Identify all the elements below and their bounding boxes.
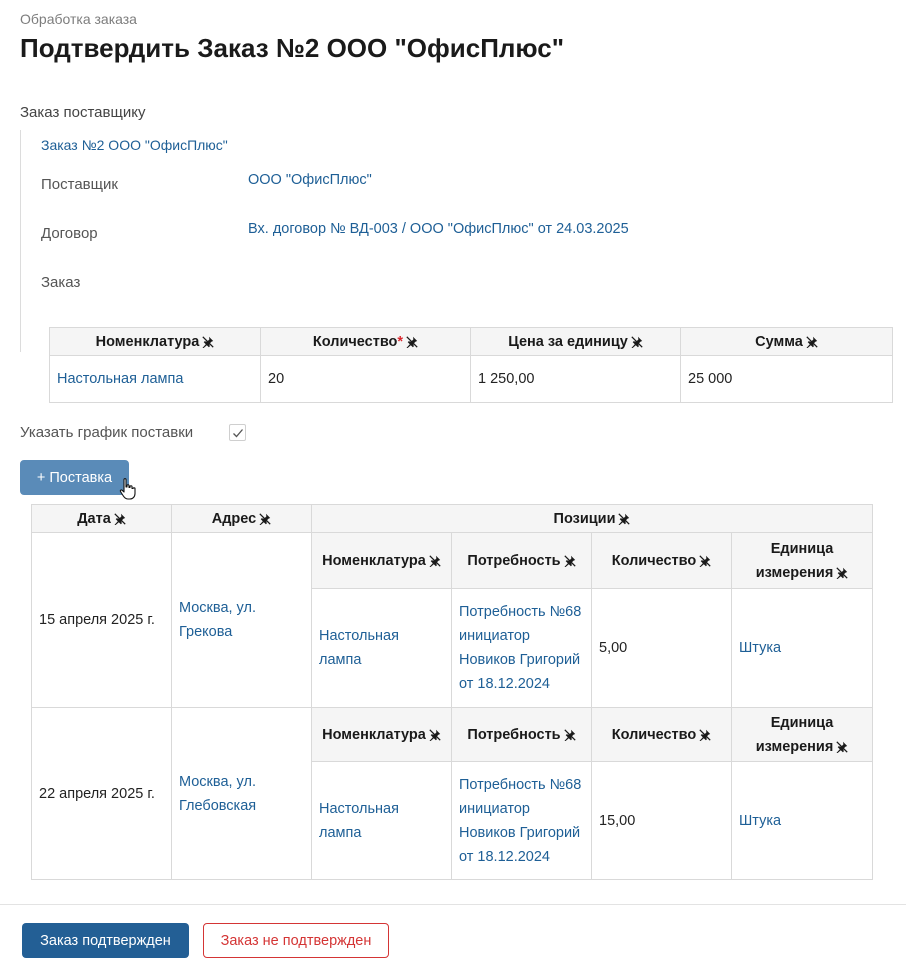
supplier-label: Поставщик xyxy=(41,176,118,193)
pin-icon[interactable] xyxy=(563,728,576,741)
column-header-label: Позиции xyxy=(553,510,616,527)
table-row: Настольная лампа 20 1 250,00 25 000 xyxy=(49,355,893,403)
column-header-label: Единица измерения xyxy=(755,714,834,755)
footer-divider xyxy=(0,904,906,905)
order-confirmed-button[interactable]: Заказ подтвержден xyxy=(22,923,189,958)
column-header-label: Потребность xyxy=(467,726,561,743)
pin-icon[interactable] xyxy=(699,728,712,741)
column-header-label: Номенклатура xyxy=(322,726,426,743)
sum-cell: 25 000 xyxy=(680,355,893,403)
pin-icon[interactable] xyxy=(428,554,441,567)
column-header-positions: Позиции xyxy=(310,504,874,533)
item-link[interactable]: Настольная лампа xyxy=(49,355,261,403)
pin-icon[interactable] xyxy=(630,335,643,348)
column-header-quantity: Количество* xyxy=(260,327,471,356)
column-header-label: Единица измерения xyxy=(755,540,834,581)
subheader-nomenclature: Номенклатура xyxy=(311,707,452,762)
column-header-sum: Сумма xyxy=(680,327,893,356)
column-header-label: Количество xyxy=(312,333,398,350)
delivery-date-cell[interactable]: 15 апреля 2025 г. xyxy=(31,532,172,708)
order-block: Заказ №2 ООО "ОфисПлюс" Поставщик ООО "О… xyxy=(20,130,892,352)
quantity-cell[interactable]: 20 xyxy=(260,355,471,403)
pin-icon[interactable] xyxy=(836,740,849,753)
section-title-supplier-order: Заказ поставщику xyxy=(20,104,146,121)
column-header-unit-price: Цена за единицу xyxy=(470,327,681,356)
unit-price-cell[interactable]: 1 250,00 xyxy=(470,355,681,403)
delivery-address-link[interactable]: Москва, ул. Глебовская xyxy=(171,707,312,880)
subheader-quantity: Количество xyxy=(591,532,732,589)
hand-cursor-icon xyxy=(119,478,136,500)
pin-icon[interactable] xyxy=(836,566,849,579)
page-title: Подтвердить Заказ №2 ООО "ОфисПлюс" xyxy=(20,33,565,63)
position-item-link[interactable]: Настольная лампа xyxy=(311,588,452,708)
breadcrumb: Обработка заказа xyxy=(20,11,137,27)
delivery-schedule-table: Дата Адрес Позиции 15 апреля 2025 г. Мос… xyxy=(31,504,874,880)
column-header-label: Количество xyxy=(611,552,697,569)
delivery-date-cell[interactable]: 22 апреля 2025 г. xyxy=(31,707,172,880)
column-header-label: Цена за единицу xyxy=(508,333,628,350)
subheader-unit: Единица измерения xyxy=(730,532,874,589)
column-header-label: Количество xyxy=(611,726,697,743)
subheader-need: Потребность xyxy=(451,707,592,762)
pin-icon[interactable] xyxy=(259,512,272,525)
position-need-link[interactable]: Потребность №68 инициатор Новиков Григор… xyxy=(451,588,592,708)
pin-icon[interactable] xyxy=(805,335,818,348)
checkmark-icon xyxy=(233,429,243,438)
position-quantity-cell[interactable]: 15,00 xyxy=(591,761,732,880)
positions-subheader-row: 15 апреля 2025 г. Москва, ул. Грекова Но… xyxy=(31,532,874,708)
order-link[interactable]: Заказ №2 ООО "ОфисПлюс" xyxy=(41,137,228,153)
schedule-checkbox[interactable] xyxy=(229,424,246,441)
column-header-address: Адрес xyxy=(171,504,312,533)
required-marker: * xyxy=(397,333,404,350)
column-header-label: Сумма xyxy=(755,333,803,350)
column-header-nomenclature: Номенклатура xyxy=(49,327,261,356)
contract-link[interactable]: Вх. договор № ВД-003 / ООО "ОфисПлюс" от… xyxy=(248,221,629,237)
pin-icon[interactable] xyxy=(563,554,576,567)
column-header-label: Дата xyxy=(77,510,111,527)
position-item-link[interactable]: Настольная лампа xyxy=(311,761,452,880)
order-items-table: Номенклатура Количество* Цена за единицу… xyxy=(49,327,893,403)
subheader-quantity: Количество xyxy=(591,707,732,762)
supplier-link[interactable]: ООО "ОфисПлюс" xyxy=(248,172,372,188)
column-header-label: Номенклатура xyxy=(322,552,426,569)
positions-subheader-row: 22 апреля 2025 г. Москва, ул. Глебовская… xyxy=(31,707,874,880)
subheader-unit: Единица измерения xyxy=(730,707,874,762)
contract-label: Договор xyxy=(41,225,98,242)
position-need-link[interactable]: Потребность №68 инициатор Новиков Григор… xyxy=(451,761,592,880)
column-header-label: Потребность xyxy=(467,552,561,569)
position-quantity-cell[interactable]: 5,00 xyxy=(591,588,732,708)
pin-icon[interactable] xyxy=(699,554,712,567)
delivery-address-link[interactable]: Москва, ул. Грекова xyxy=(171,532,312,708)
position-unit-link[interactable]: Штука xyxy=(730,761,874,880)
pin-icon[interactable] xyxy=(202,335,215,348)
add-delivery-button[interactable]: + Поставка xyxy=(20,460,129,495)
delivery-header-row: Дата Адрес Позиции xyxy=(31,504,874,533)
pin-icon[interactable] xyxy=(113,512,126,525)
column-header-label: Адрес xyxy=(211,510,257,527)
schedule-label: Указать график поставки xyxy=(20,424,194,441)
pin-icon[interactable] xyxy=(406,335,418,348)
subheader-nomenclature: Номенклатура xyxy=(311,532,452,589)
column-header-date: Дата xyxy=(31,504,172,533)
subheader-need: Потребность xyxy=(451,532,592,589)
pin-icon[interactable] xyxy=(618,512,631,525)
items-header-row: Номенклатура Количество* Цена за единицу… xyxy=(49,327,893,356)
column-header-label: Номенклатура xyxy=(95,333,200,350)
position-unit-link[interactable]: Штука xyxy=(730,588,874,708)
order-label: Заказ xyxy=(41,274,81,291)
pin-icon[interactable] xyxy=(428,728,441,741)
order-not-confirmed-button[interactable]: Заказ не подтвержден xyxy=(203,923,389,958)
